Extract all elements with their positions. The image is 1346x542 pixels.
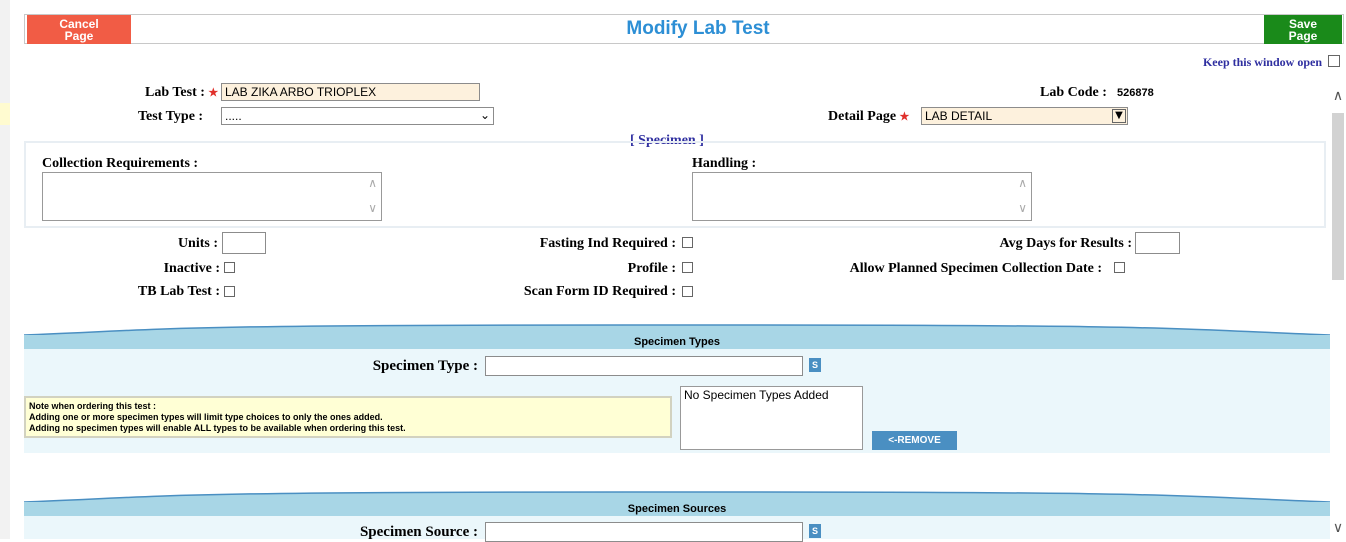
allow-planned-collection-date-label: Allow Planned Specimen Collection Date : [849, 261, 1102, 276]
specimen-source-search-button[interactable]: S [809, 524, 821, 538]
avg-days-for-results-input[interactable] [1135, 232, 1180, 254]
specimen-source-label: Specimen Source : [359, 524, 478, 540]
specimen-type-label: Specimen Type : [372, 358, 478, 374]
specimen-type-search-button[interactable]: S [809, 358, 821, 372]
lab-test-label: Lab Test : ★ [145, 85, 219, 100]
note-line: Adding one or more specimen types will l… [29, 412, 383, 422]
allow-planned-collection-date-checkbox[interactable] [1114, 262, 1125, 273]
collection-requirements-label: Collection Requirements : [42, 156, 199, 171]
tb-lab-test-checkbox[interactable] [224, 286, 235, 297]
remove-specimen-type-button[interactable]: <-REMOVE [872, 431, 957, 450]
profile-checkbox[interactable] [682, 262, 693, 273]
window-left-edge-highlight [0, 103, 10, 125]
scroll-down-icon: ∨ [368, 201, 377, 215]
units-label: Units : [177, 236, 218, 251]
specimen-type-input[interactable] [485, 356, 803, 376]
scrollbar-thumb[interactable] [1332, 113, 1344, 280]
required-star-icon: ★ [208, 87, 219, 99]
scroll-down-icon: ∨ [1018, 201, 1027, 215]
scroll-down-icon[interactable]: ∨ [1330, 520, 1346, 536]
handling-label: Handling : [692, 156, 757, 171]
keep-window-open-checkbox[interactable] [1328, 55, 1340, 67]
keep-window-open-label: Keep this window open [1202, 55, 1322, 69]
test-type-select[interactable]: ..... ⌄ [221, 107, 494, 125]
fasting-ind-required-checkbox[interactable] [682, 237, 693, 248]
specimen-types-empty-text: No Specimen Types Added [684, 388, 829, 402]
specimen-types-header: Specimen Types [24, 335, 1330, 349]
required-star-icon: ★ [899, 111, 910, 123]
lab-test-input[interactable]: LAB ZIKA ARBO TRIOPLEX [221, 83, 480, 101]
chevron-down-icon: ▼ [1112, 109, 1126, 123]
section-wave-decoration [24, 324, 1330, 336]
note-line: Adding no specimen types will enable ALL… [29, 423, 406, 433]
detail-page-label: Detail Page ★ [828, 109, 910, 124]
handling-textarea[interactable]: ∧ ∨ [692, 172, 1032, 221]
scroll-up-icon: ∧ [368, 176, 377, 190]
scan-form-id-required-label: Scan Form ID Required : [523, 284, 676, 299]
scroll-up-icon: ∧ [1018, 176, 1027, 190]
page-title: Modify Lab Test [626, 18, 770, 39]
fasting-ind-required-label: Fasting Ind Required : [539, 236, 676, 251]
window-left-edge [0, 0, 10, 539]
specimen-type-note: Note when ordering this test : Adding on… [24, 396, 672, 438]
detail-page-select[interactable]: LAB DETAIL ▼ [921, 107, 1128, 125]
inactive-label: Inactive : [163, 261, 220, 276]
specimen-source-input[interactable] [485, 522, 803, 542]
scroll-up-icon[interactable]: ∧ [1330, 88, 1346, 104]
specimen-sources-header: Specimen Sources [24, 502, 1330, 516]
note-line: Note when ordering this test : [29, 401, 157, 411]
profile-label: Profile : [627, 261, 676, 276]
units-input[interactable] [222, 232, 266, 254]
detail-page-value: LAB DETAIL [925, 109, 993, 123]
avg-days-for-results-label: Avg Days for Results : [999, 236, 1132, 251]
specimen-types-list[interactable]: No Specimen Types Added [680, 386, 863, 450]
chevron-down-icon: ⌄ [479, 108, 490, 122]
lab-code-value: 526878 [1117, 87, 1154, 99]
inactive-checkbox[interactable] [224, 262, 235, 273]
test-type-label: Test Type : [138, 109, 204, 124]
collection-requirements-textarea[interactable]: ∧ ∨ [42, 172, 382, 221]
tb-lab-test-label: TB Lab Test : [137, 284, 220, 299]
save-page-button[interactable]: Save Page [1264, 15, 1342, 44]
scan-form-id-required-checkbox[interactable] [682, 286, 693, 297]
section-wave-decoration [24, 491, 1330, 503]
lab-code-label: Lab Code : [1040, 85, 1107, 100]
cancel-page-button[interactable]: Cancel Page [27, 15, 131, 44]
test-type-value: ..... [225, 109, 242, 123]
